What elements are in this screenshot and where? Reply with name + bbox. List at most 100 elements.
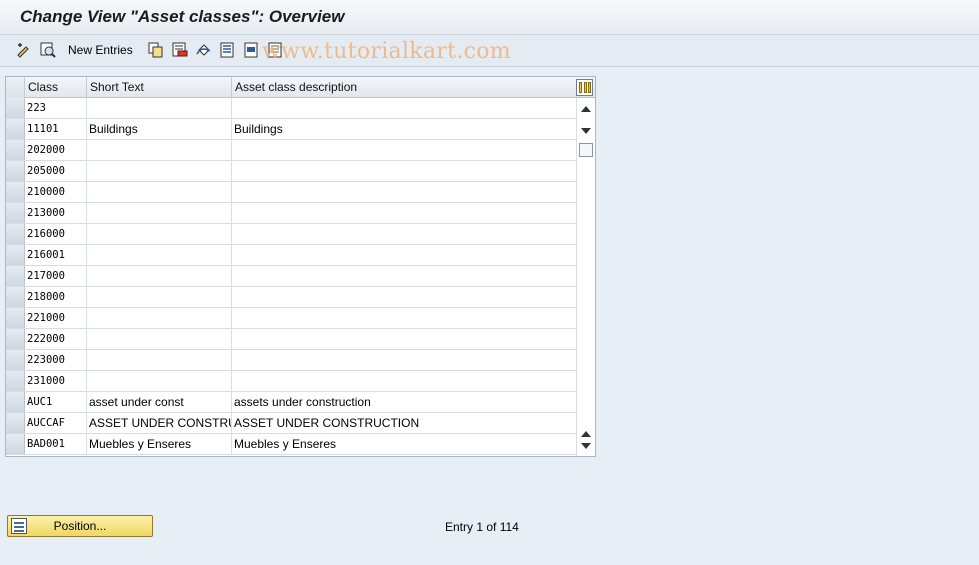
cell-short-text[interactable]: Muebles y Enseres xyxy=(87,434,232,454)
cell-short-text[interactable] xyxy=(87,224,232,244)
row-selector[interactable] xyxy=(6,245,25,265)
cell-short-text[interactable] xyxy=(87,182,232,202)
copy-as-icon[interactable] xyxy=(147,41,165,59)
cell-class[interactable]: BAD001 xyxy=(25,434,87,454)
cell-description[interactable] xyxy=(232,287,576,307)
cell-description[interactable] xyxy=(232,371,576,391)
table-row[interactable]: 205000 xyxy=(6,161,576,182)
table-row[interactable]: 223 xyxy=(6,98,576,119)
scroll-page-down-icon[interactable] xyxy=(581,443,591,449)
row-selector[interactable] xyxy=(6,329,25,349)
table-row[interactable]: 11101 Buildings Buildings xyxy=(6,119,576,140)
cell-description[interactable] xyxy=(232,203,576,223)
cell-description[interactable] xyxy=(232,161,576,181)
cell-description[interactable] xyxy=(232,224,576,244)
cell-description[interactable] xyxy=(232,350,576,370)
table-row[interactable]: 222000 xyxy=(6,329,576,350)
cell-description[interactable]: assets under construction xyxy=(232,392,576,412)
cell-class[interactable]: 216001 xyxy=(25,245,87,265)
cell-class[interactable]: 217000 xyxy=(25,266,87,286)
cell-short-text[interactable] xyxy=(87,371,232,391)
display-change-icon[interactable] xyxy=(15,41,33,59)
row-selector[interactable] xyxy=(6,392,25,412)
scroll-page-up-icon[interactable] xyxy=(581,431,591,437)
delete-icon[interactable] xyxy=(171,41,189,59)
row-selector[interactable] xyxy=(6,98,25,118)
table-row[interactable]: AUC1 asset under const assets under constr… xyxy=(6,392,576,413)
table-row[interactable]: AUCCAF ASSET UNDER CONSTRUC ASSET UNDER CO… xyxy=(6,413,576,434)
column-header-short-text[interactable]: Short Text xyxy=(87,77,232,98)
cell-class[interactable]: 216000 xyxy=(25,224,87,244)
select-all-rows-button[interactable] xyxy=(6,77,25,98)
cell-class[interactable]: 218000 xyxy=(25,287,87,307)
cell-description[interactable]: Buildings xyxy=(232,119,576,139)
table-row[interactable]: 218000 xyxy=(6,287,576,308)
cell-short-text[interactable] xyxy=(87,161,232,181)
row-selector[interactable] xyxy=(6,287,25,307)
cell-class[interactable]: 202000 xyxy=(25,140,87,160)
cell-short-text[interactable] xyxy=(87,287,232,307)
cell-short-text[interactable]: ASSET UNDER CONSTRUC xyxy=(87,413,232,433)
cell-class[interactable]: 210000 xyxy=(25,182,87,202)
row-selector[interactable] xyxy=(6,413,25,433)
cell-short-text[interactable]: asset under const xyxy=(87,392,232,412)
scroll-up-icon[interactable] xyxy=(581,106,591,112)
cell-short-text[interactable] xyxy=(87,98,232,118)
table-row[interactable]: 216000 xyxy=(6,224,576,245)
select-block-icon[interactable] xyxy=(243,41,261,59)
row-selector[interactable] xyxy=(6,182,25,202)
cell-short-text[interactable] xyxy=(87,140,232,160)
table-row[interactable]: BAD001 Muebles y Enseres Muebles y Enseres xyxy=(6,434,576,455)
cell-class[interactable]: 231000 xyxy=(25,371,87,391)
undo-change-icon[interactable] xyxy=(195,41,213,59)
select-all-icon[interactable] xyxy=(219,41,237,59)
table-row[interactable]: 210000 xyxy=(6,182,576,203)
cell-class[interactable]: 221000 xyxy=(25,308,87,328)
row-selector[interactable] xyxy=(6,119,25,139)
cell-class[interactable]: 11101 xyxy=(25,119,87,139)
cell-description[interactable] xyxy=(232,182,576,202)
row-selector[interactable] xyxy=(6,308,25,328)
row-selector[interactable] xyxy=(6,224,25,244)
scrollbar-thumb[interactable] xyxy=(579,143,593,157)
table-settings-icon[interactable] xyxy=(576,79,593,96)
position-button[interactable]: Position... xyxy=(7,515,153,537)
row-selector[interactable] xyxy=(6,203,25,223)
cell-description[interactable] xyxy=(232,245,576,265)
row-selector[interactable] xyxy=(6,434,25,454)
cell-class[interactable]: 222000 xyxy=(25,329,87,349)
column-header-description[interactable]: Asset class description xyxy=(232,77,576,98)
cell-description[interactable] xyxy=(232,98,576,118)
cell-description[interactable]: ASSET UNDER CONSTRUCTION xyxy=(232,413,576,433)
table-row[interactable]: 216001 xyxy=(6,245,576,266)
row-selector[interactable] xyxy=(6,266,25,286)
cell-short-text[interactable] xyxy=(87,329,232,349)
row-selector[interactable] xyxy=(6,161,25,181)
vertical-scrollbar[interactable] xyxy=(576,98,595,456)
table-row[interactable]: 202000 xyxy=(6,140,576,161)
table-row[interactable]: 221000 xyxy=(6,308,576,329)
table-row[interactable]: 217000 xyxy=(6,266,576,287)
table-row[interactable]: 223000 xyxy=(6,350,576,371)
row-selector[interactable] xyxy=(6,350,25,370)
table-row[interactable]: 231000 xyxy=(6,371,576,392)
cell-description[interactable] xyxy=(232,308,576,328)
row-selector[interactable] xyxy=(6,140,25,160)
cell-description[interactable] xyxy=(232,266,576,286)
cell-class[interactable]: 213000 xyxy=(25,203,87,223)
cell-short-text[interactable] xyxy=(87,350,232,370)
cell-class[interactable]: 205000 xyxy=(25,161,87,181)
cell-class[interactable]: AUC1 xyxy=(25,392,87,412)
cell-class[interactable]: 223000 xyxy=(25,350,87,370)
cell-class[interactable]: 223 xyxy=(25,98,87,118)
cell-description[interactable]: Muebles y Enseres xyxy=(232,434,576,454)
cell-class[interactable]: AUCCAF xyxy=(25,413,87,433)
cell-short-text[interactable]: Buildings xyxy=(87,119,232,139)
cell-short-text[interactable] xyxy=(87,203,232,223)
row-selector[interactable] xyxy=(6,371,25,391)
column-header-class[interactable]: Class xyxy=(25,77,87,98)
table-row[interactable]: 213000 xyxy=(6,203,576,224)
cell-short-text[interactable] xyxy=(87,245,232,265)
cell-description[interactable] xyxy=(232,329,576,349)
new-entries-button[interactable]: New Entries xyxy=(68,43,133,57)
